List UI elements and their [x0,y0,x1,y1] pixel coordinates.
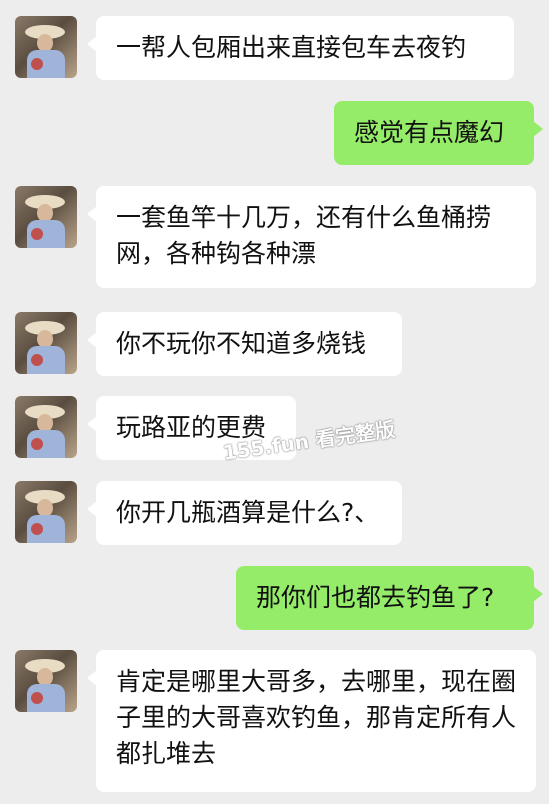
incoming-message-bubble[interactable]: 你开几瓶酒算是什么?、 [87,481,402,545]
contact-avatar[interactable] [15,312,77,374]
outgoing-message-bubble[interactable]: 那你们也都去钓鱼了? [236,566,543,630]
contact-avatar[interactable] [15,186,77,248]
contact-avatar[interactable] [15,396,77,458]
incoming-message-bubble[interactable]: 你不玩你不知道多烧钱 [87,312,402,376]
contact-avatar[interactable] [15,16,77,78]
incoming-message-bubble[interactable]: 一套鱼竿十几万，还有什么鱼桶捞网，各种钩各种漂 [87,186,536,288]
incoming-message-bubble[interactable]: 一帮人包厢出来直接包车去夜钓 [87,16,514,80]
outgoing-message-bubble[interactable]: 感觉有点魔幻 [334,101,543,165]
incoming-message-bubble[interactable]: 肯定是哪里大哥多，去哪里，现在圈子里的大哥喜欢钓鱼，那肯定所有人都扎堆去 [87,650,536,792]
contact-avatar[interactable] [15,481,77,543]
contact-avatar[interactable] [15,650,77,712]
